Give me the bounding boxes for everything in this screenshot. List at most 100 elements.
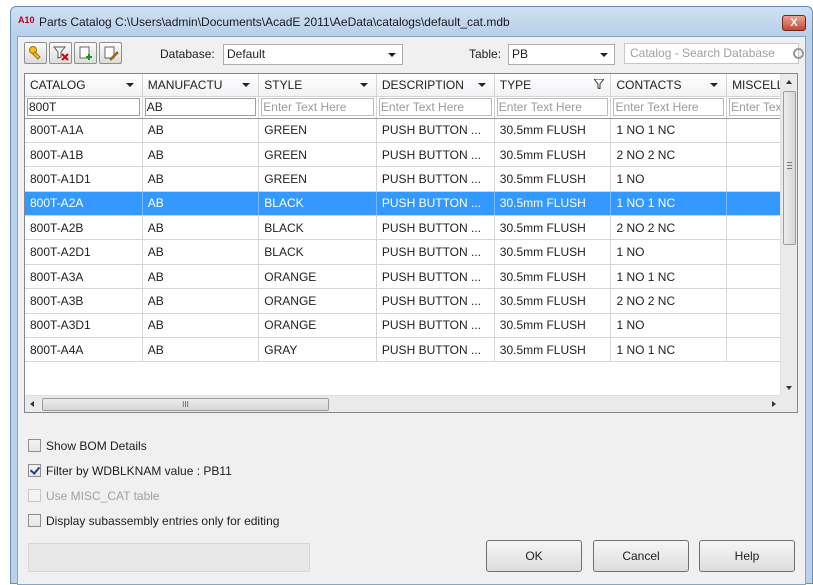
table-cell[interactable]: 1 NO xyxy=(610,313,728,339)
table-cell[interactable]: 30.5mm FLUSH xyxy=(494,239,612,265)
table-cell[interactable]: PUSH BUTTON ... xyxy=(376,337,495,363)
table-cell[interactable]: 30.5mm FLUSH xyxy=(494,166,612,192)
table-cell[interactable]: 1 NO 1 NC xyxy=(610,337,728,363)
table-row[interactable]: 800T-A1D1 AB GREEN PUSH BUTTON ... 30.5mm FL… xyxy=(25,166,797,192)
table-cell[interactable]: 800T-A3B xyxy=(25,288,143,314)
table-cell[interactable]: 2 NO 2 NC xyxy=(610,142,728,168)
table-cell[interactable]: PUSH BUTTON ... xyxy=(376,191,495,217)
column-header[interactable]: CONTACTS xyxy=(610,74,728,97)
table-cell[interactable]: 1 NO xyxy=(610,239,728,265)
table-cell[interactable]: BLACK xyxy=(258,215,377,241)
column-filter-input[interactable]: AB xyxy=(144,98,257,116)
column-header[interactable]: STYLE xyxy=(258,74,377,97)
cancel-button[interactable]: Cancel xyxy=(593,540,689,572)
table-cell[interactable]: 1 NO 1 NC xyxy=(610,191,728,217)
table-row[interactable]: 800T-A3D1 AB ORANGE PUSH BUTTON ... 30.5mm F… xyxy=(25,313,797,339)
table-cell[interactable]: 2 NO 2 NC xyxy=(610,288,728,314)
checkbox-checked[interactable] xyxy=(28,464,41,478)
table-cell[interactable]: PUSH BUTTON ... xyxy=(376,215,495,241)
table-row[interactable]: 800T-A1B AB GREEN PUSH BUTTON ... 30.5mm FLU… xyxy=(25,142,797,168)
search-icon[interactable] xyxy=(793,48,804,59)
chevron-down-icon[interactable] xyxy=(359,83,368,87)
title-bar[interactable]: A10 Parts Catalog C:\Users\admin\Documen… xyxy=(11,7,812,36)
table-cell[interactable]: AB xyxy=(142,288,260,314)
table-cell[interactable]: 30.5mm FLUSH xyxy=(494,288,612,314)
table-cell[interactable]: BLACK xyxy=(258,239,377,265)
scroll-down-icon[interactable] xyxy=(786,386,792,390)
key-icon-button[interactable] xyxy=(24,42,47,64)
display-subassembly-checkbox[interactable]: Display subassembly entries only for edi… xyxy=(28,513,279,529)
table-cell[interactable]: PUSH BUTTON ... xyxy=(376,142,495,168)
table-cell[interactable]: AB xyxy=(142,142,260,168)
horizontal-scrollbar[interactable]: III xyxy=(25,395,781,412)
table-cell[interactable]: 800T-A3D1 xyxy=(25,313,143,339)
column-filter-input[interactable]: 800T xyxy=(27,98,140,116)
table-cell[interactable]: 30.5mm FLUSH xyxy=(494,264,612,290)
table-cell[interactable]: GRAY xyxy=(258,337,377,363)
table-cell[interactable]: 1 NO xyxy=(610,166,728,192)
column-header[interactable]: TYPE xyxy=(494,74,612,97)
remove-filter-button[interactable] xyxy=(49,42,72,64)
table-row[interactable]: 800T-A1A AB GREEN PUSH BUTTON ... 30.5mm FLU… xyxy=(25,118,797,143)
add-record-button[interactable] xyxy=(74,42,97,64)
table-row[interactable]: 800T-A2D1 AB BLACK PUSH BUTTON ... 30.5mm FL… xyxy=(25,239,797,265)
table-cell[interactable]: GREEN xyxy=(258,118,377,143)
table-cell[interactable]: 800T-A2D1 xyxy=(25,239,143,265)
table-cell[interactable]: 30.5mm FLUSH xyxy=(494,215,612,241)
table-cell[interactable]: 800T-A2B xyxy=(25,215,143,241)
column-filter-input[interactable]: Enter Text Here xyxy=(613,98,725,116)
column-header[interactable]: DESCRIPTION xyxy=(376,74,495,97)
table-cell[interactable]: AB xyxy=(142,215,260,241)
table-cell[interactable]: AB xyxy=(142,191,260,217)
table-row[interactable]: 800T-A2A AB BLACK PUSH BUTTON ... 30.5mm FLU… xyxy=(25,191,797,217)
horizontal-scroll-thumb[interactable]: III xyxy=(42,398,329,411)
table-cell[interactable]: ORANGE xyxy=(258,313,377,339)
scroll-left-icon[interactable] xyxy=(30,401,34,407)
table-cell[interactable]: 800T-A1D1 xyxy=(25,166,143,192)
table-cell[interactable]: 30.5mm FLUSH xyxy=(494,313,612,339)
table-cell[interactable]: ORANGE xyxy=(258,264,377,290)
table-cell[interactable]: AB xyxy=(142,337,260,363)
scroll-right-icon[interactable] xyxy=(772,401,776,407)
database-select[interactable]: Default xyxy=(223,44,403,65)
table-cell[interactable]: 1 NO 1 NC xyxy=(610,264,728,290)
table-cell[interactable]: 1 NO 1 NC xyxy=(610,118,728,143)
chevron-down-icon[interactable] xyxy=(477,83,486,87)
table-cell[interactable]: AB xyxy=(142,239,260,265)
table-cell[interactable]: PUSH BUTTON ... xyxy=(376,239,495,265)
table-cell[interactable]: 30.5mm FLUSH xyxy=(494,142,612,168)
table-cell[interactable]: GREEN xyxy=(258,166,377,192)
table-cell[interactable]: AB xyxy=(142,118,260,143)
table-row[interactable]: 800T-A3B AB ORANGE PUSH BUTTON ... 30.5mm FL… xyxy=(25,288,797,314)
table-cell[interactable]: PUSH BUTTON ... xyxy=(376,166,495,192)
column-filter-input[interactable]: Enter Text Here xyxy=(378,98,492,116)
close-button[interactable]: X xyxy=(782,15,806,31)
table-cell[interactable]: 800T-A1B xyxy=(25,142,143,168)
table-cell[interactable]: AB xyxy=(142,166,260,192)
vertical-scrollbar[interactable] xyxy=(780,74,797,396)
catalog-grid[interactable]: CATALOG MANUFACTU STYLE DESCRIPTION TYPE CONT… xyxy=(24,73,798,413)
table-row[interactable]: 800T-A3A AB ORANGE PUSH BUTTON ... 30.5mm FL… xyxy=(25,264,797,290)
table-cell[interactable]: 800T-A4A xyxy=(25,337,143,363)
filter-icon[interactable] xyxy=(594,79,605,89)
ok-button[interactable]: OK xyxy=(486,540,582,572)
chevron-down-icon[interactable] xyxy=(242,83,251,87)
catalog-search-input[interactable]: Catalog - Search Database xyxy=(624,43,804,64)
vertical-scroll-thumb[interactable] xyxy=(783,91,796,245)
table-cell[interactable]: 30.5mm FLUSH xyxy=(494,337,612,363)
table-cell[interactable]: 800T-A3A xyxy=(25,264,143,290)
filter-wdblknam-checkbox[interactable]: Filter by WDBLKNAM value : PB11 xyxy=(28,463,232,479)
table-cell[interactable]: 800T-A2A xyxy=(25,191,143,217)
table-cell[interactable]: PUSH BUTTON ... xyxy=(376,288,495,314)
table-cell[interactable]: AB xyxy=(142,313,260,339)
chevron-down-icon[interactable] xyxy=(125,83,134,87)
table-cell[interactable]: BLACK xyxy=(258,191,377,217)
table-cell[interactable]: PUSH BUTTON ... xyxy=(376,313,495,339)
table-cell[interactable]: 30.5mm FLUSH xyxy=(494,118,612,143)
checkbox-box[interactable] xyxy=(28,514,41,528)
table-row[interactable]: 800T-A4A AB GRAY PUSH BUTTON ... 30.5mm FLUS… xyxy=(25,337,797,363)
table-cell[interactable]: 800T-A1A xyxy=(25,118,143,143)
scroll-up-icon[interactable] xyxy=(786,80,792,84)
table-cell[interactable]: GREEN xyxy=(258,142,377,168)
column-header[interactable]: MANUFACTU xyxy=(142,74,260,97)
